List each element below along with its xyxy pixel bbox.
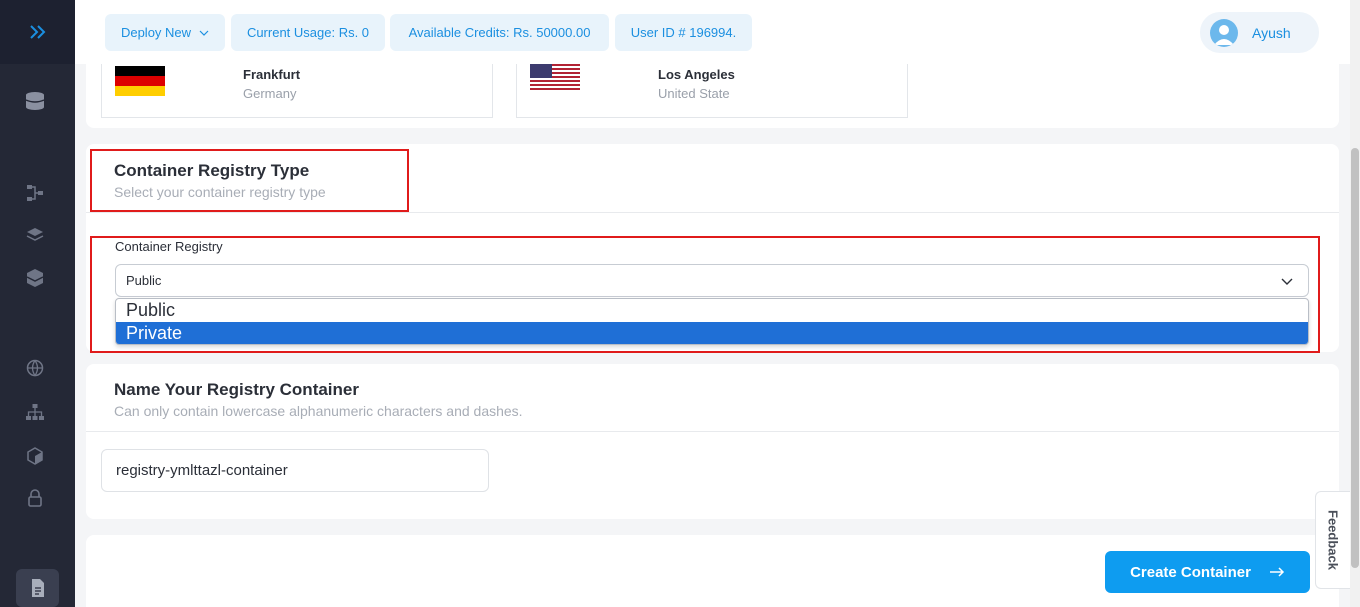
user-menu[interactable]: Ayush bbox=[1200, 12, 1319, 53]
location-city: Frankfurt bbox=[243, 67, 301, 82]
hierarchy-icon[interactable] bbox=[24, 401, 46, 423]
registry-name-input[interactable]: registry-ymlttazl-container bbox=[101, 449, 489, 492]
double-chevron-right-icon bbox=[29, 25, 45, 39]
highlight-box-title bbox=[90, 149, 409, 212]
scrollbar-thumb[interactable] bbox=[1351, 148, 1359, 568]
deploy-new-button[interactable]: Deploy New bbox=[105, 14, 225, 51]
stack-icon[interactable] bbox=[24, 267, 46, 289]
registry-name-title: Name Your Registry Container bbox=[114, 380, 359, 399]
section-divider bbox=[86, 431, 1339, 432]
usa-flag-icon bbox=[530, 64, 580, 91]
user-id-label: User ID # 196994. bbox=[630, 25, 737, 40]
sidebar-toggle[interactable] bbox=[0, 0, 75, 64]
chevron-down-icon bbox=[199, 30, 209, 36]
top-header: Deploy New Current Usage: Rs. 0 Availabl… bbox=[75, 0, 1350, 64]
location-country: United State bbox=[658, 86, 730, 101]
registry-name-value: registry-ymlttazl-container bbox=[116, 462, 288, 479]
layers-icon[interactable] bbox=[24, 224, 46, 246]
current-usage-badge: Current Usage: Rs. 0 bbox=[231, 14, 385, 51]
create-container-button[interactable]: Create Container bbox=[1105, 551, 1310, 593]
deploy-new-label: Deploy New bbox=[120, 25, 192, 40]
available-credits-badge: Available Credits: Rs. 50000.00 bbox=[390, 14, 609, 51]
database-icon[interactable] bbox=[24, 90, 46, 112]
document-icon[interactable] bbox=[27, 577, 49, 599]
section-divider bbox=[86, 212, 1339, 213]
avatar-icon bbox=[1210, 18, 1238, 47]
arrow-right-icon bbox=[1269, 567, 1284, 577]
available-credits-label: Available Credits: Rs. 50000.00 bbox=[408, 25, 591, 40]
highlight-box-select bbox=[90, 236, 1320, 353]
sidebar bbox=[0, 0, 75, 607]
germany-flag-icon bbox=[115, 66, 165, 96]
globe-icon[interactable] bbox=[24, 357, 46, 379]
lock-icon[interactable] bbox=[24, 487, 46, 509]
network-icon[interactable] bbox=[24, 182, 46, 204]
user-name: Ayush bbox=[1252, 24, 1291, 41]
location-option-los-angeles[interactable]: Los Angeles United State bbox=[516, 64, 908, 118]
feedback-label: Feedback bbox=[1325, 510, 1341, 570]
registry-name-subtitle: Can only contain lowercase alphanumeric … bbox=[114, 403, 523, 419]
current-usage-label: Current Usage: Rs. 0 bbox=[246, 25, 370, 40]
user-id-badge: User ID # 196994. bbox=[615, 14, 752, 51]
feedback-tab[interactable]: Feedback bbox=[1315, 491, 1350, 589]
location-country: Germany bbox=[243, 86, 297, 101]
location-city: Los Angeles bbox=[658, 67, 735, 82]
create-container-label: Create Container bbox=[1130, 563, 1251, 581]
cube-icon[interactable] bbox=[24, 445, 46, 467]
location-option-frankfurt[interactable]: Frankfurt Germany bbox=[101, 64, 493, 118]
